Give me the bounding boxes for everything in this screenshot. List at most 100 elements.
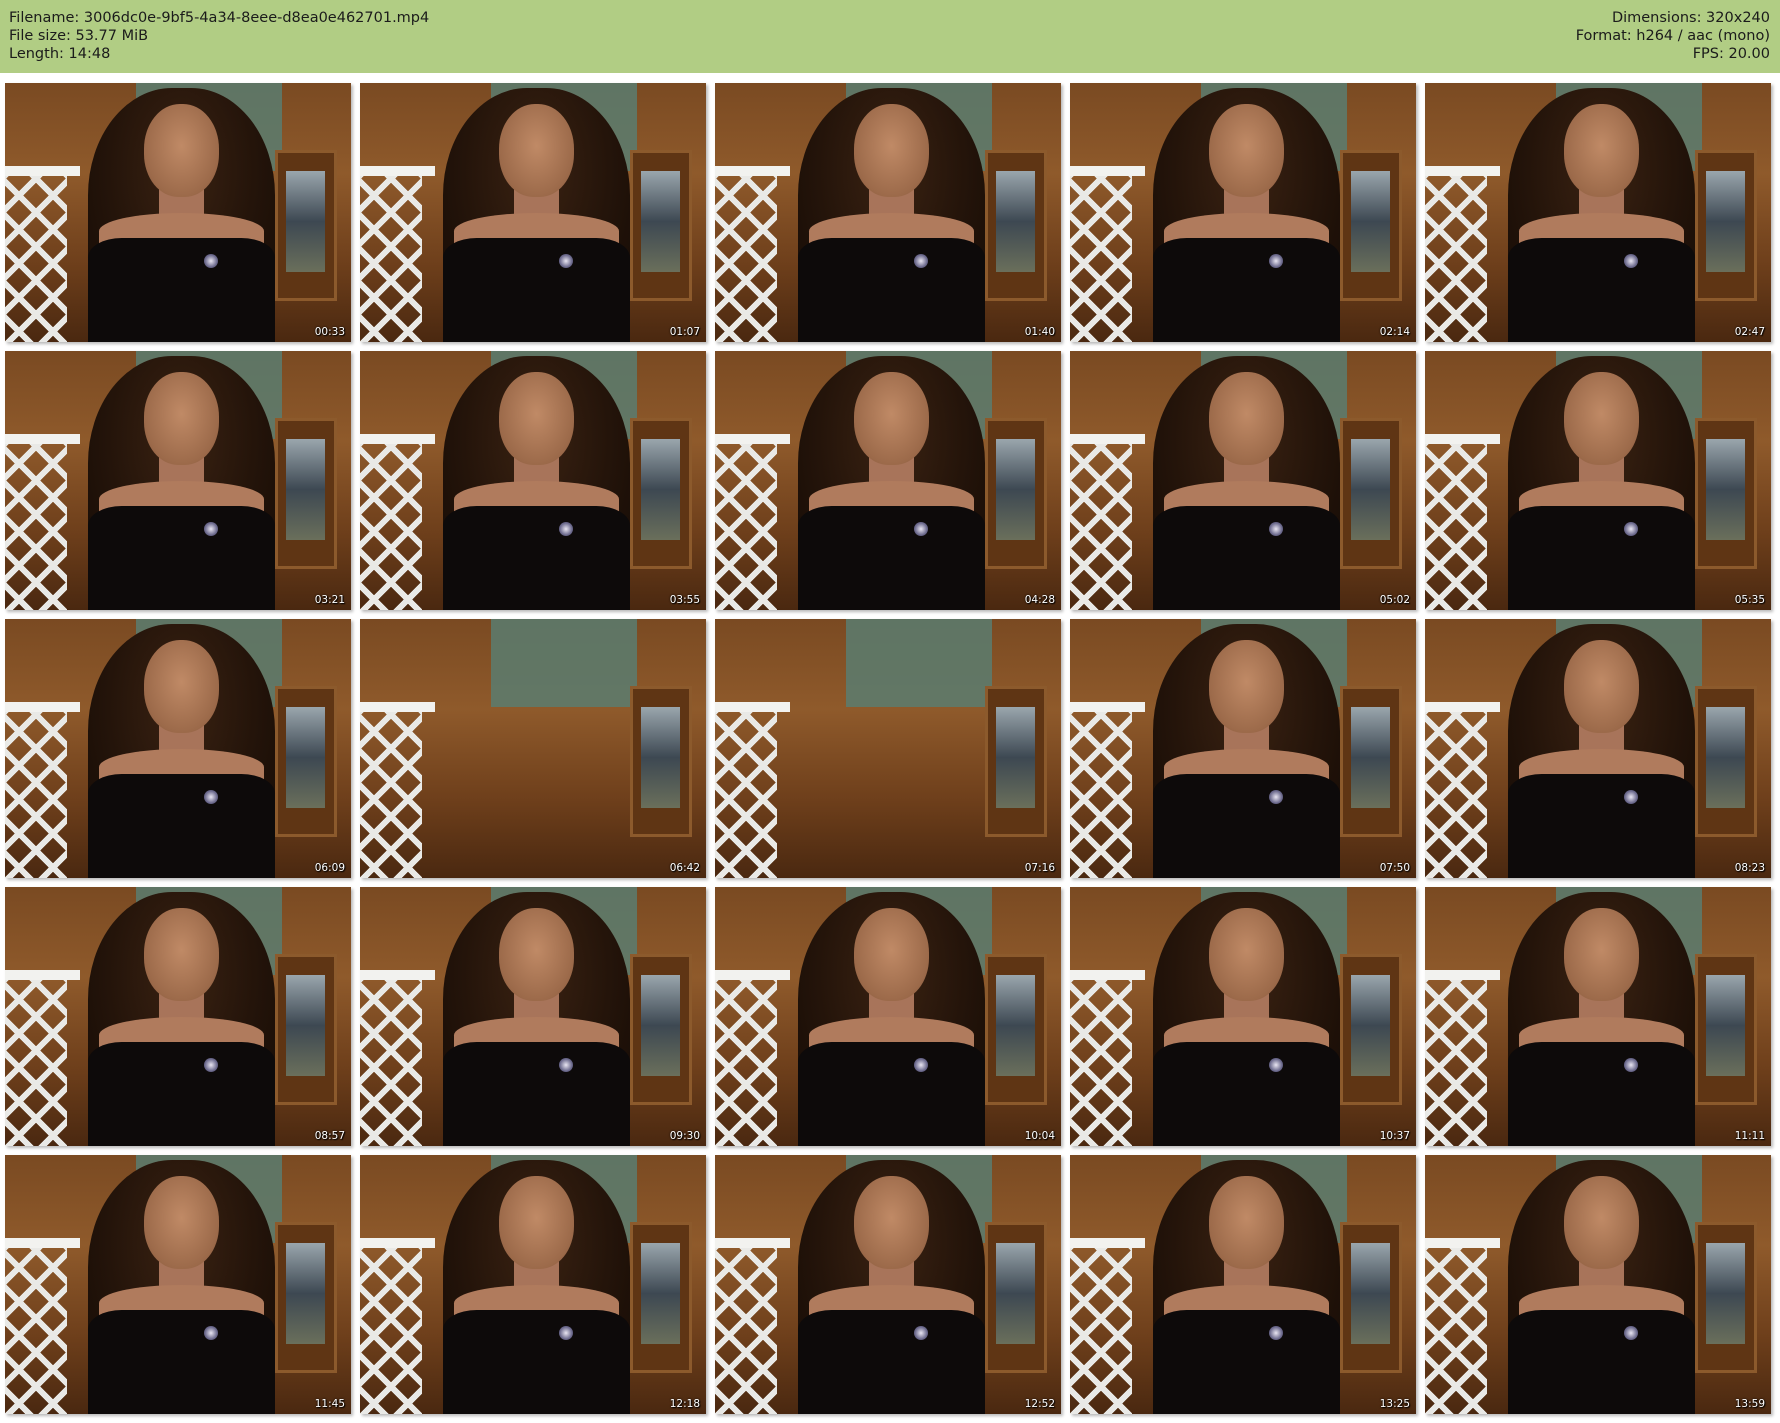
person-figure	[88, 619, 275, 878]
face	[1564, 1175, 1639, 1269]
cabinet	[1339, 418, 1403, 569]
face	[144, 907, 219, 1001]
cabinet	[1694, 686, 1758, 837]
cabinet	[274, 686, 338, 837]
stair-railing	[1425, 165, 1501, 342]
black-top	[1508, 238, 1695, 342]
stair-railing	[1425, 433, 1501, 610]
video-frame-thumbnail: 02:14	[1070, 83, 1416, 342]
black-top	[88, 238, 275, 342]
timestamp-label: 06:09	[314, 862, 345, 874]
video-frame-thumbnail: 11:11	[1425, 887, 1771, 1146]
stair-railing	[1070, 433, 1146, 610]
face	[499, 1175, 574, 1269]
cabinet	[274, 954, 338, 1105]
timestamp-label: 10:37	[1379, 1130, 1410, 1142]
stair-railing	[1425, 969, 1501, 1146]
black-top	[1153, 774, 1340, 878]
person-figure	[1153, 619, 1340, 878]
timestamp-label: 09:30	[669, 1130, 700, 1142]
black-top	[798, 506, 985, 610]
person-figure	[1508, 619, 1695, 878]
stair-railing	[5, 969, 81, 1146]
file-info-left: Filename: 3006dc0e-9bf5-4a34-8eee-d8ea0e…	[9, 9, 429, 63]
black-top	[798, 1310, 985, 1414]
cabinet	[1694, 1222, 1758, 1373]
timestamp-label: 08:57	[314, 1130, 345, 1142]
cabinet	[984, 150, 1048, 301]
face	[1209, 1175, 1284, 1269]
cabinet	[629, 1222, 693, 1373]
button-pin	[1623, 1325, 1638, 1340]
stair-railing	[360, 165, 436, 342]
video-frame-thumbnail: 10:04	[715, 887, 1061, 1146]
timestamp-label: 13:59	[1734, 1398, 1765, 1410]
timestamp-label: 05:35	[1734, 594, 1765, 606]
button-pin	[1623, 789, 1638, 804]
button-pin	[1268, 1325, 1283, 1340]
video-frame-thumbnail: 09:30	[360, 887, 706, 1146]
black-top	[443, 506, 630, 610]
stair-railing	[360, 969, 436, 1146]
cabinet	[1694, 954, 1758, 1105]
face	[144, 371, 219, 465]
cabinet	[629, 954, 693, 1105]
person-figure	[88, 1155, 275, 1414]
cabinet	[629, 150, 693, 301]
button-pin	[1623, 253, 1638, 268]
stair-railing	[715, 1237, 791, 1414]
stair-railing	[1070, 1237, 1146, 1414]
format-text: Format: h264 / aac (mono)	[1575, 28, 1770, 44]
face	[1564, 639, 1639, 733]
person-figure	[88, 351, 275, 610]
person-figure	[798, 1155, 985, 1414]
person-figure	[798, 351, 985, 610]
face	[1564, 907, 1639, 1001]
cabinet	[984, 1222, 1048, 1373]
timestamp-label: 01:40	[1024, 326, 1055, 338]
stair-railing	[1070, 969, 1146, 1146]
black-top	[1508, 506, 1695, 610]
stair-railing	[5, 1237, 81, 1414]
timestamp-label: 06:42	[669, 862, 700, 874]
info-header: Filename: 3006dc0e-9bf5-4a34-8eee-d8ea0e…	[0, 0, 1780, 73]
stair-railing	[715, 165, 791, 342]
cabinet	[1339, 150, 1403, 301]
cabinet	[1339, 954, 1403, 1105]
video-frame-thumbnail: 02:47	[1425, 83, 1771, 342]
stair-railing	[360, 433, 436, 610]
timestamp-label: 07:16	[1024, 862, 1055, 874]
cabinet	[984, 954, 1048, 1105]
video-frame-thumbnail: 05:02	[1070, 351, 1416, 610]
face	[499, 371, 574, 465]
video-frame-thumbnail: 11:45	[5, 1155, 351, 1414]
stair-railing	[1070, 165, 1146, 342]
button-pin	[913, 1325, 928, 1340]
face	[1564, 103, 1639, 197]
button-pin	[558, 521, 573, 536]
button-pin	[558, 253, 573, 268]
video-frame-thumbnail: 06:42	[360, 619, 706, 878]
cabinet	[1694, 150, 1758, 301]
video-frame-thumbnail: 05:35	[1425, 351, 1771, 610]
person-figure	[443, 351, 630, 610]
video-frame-thumbnail: 08:57	[5, 887, 351, 1146]
video-frame-thumbnail: 03:55	[360, 351, 706, 610]
cabinet	[984, 418, 1048, 569]
button-pin	[1623, 521, 1638, 536]
timestamp-label: 13:25	[1379, 1398, 1410, 1410]
black-top	[1508, 774, 1695, 878]
face	[854, 907, 929, 1001]
stair-railing	[715, 969, 791, 1146]
face	[144, 639, 219, 733]
video-frame-thumbnail: 06:09	[5, 619, 351, 878]
person-figure	[1153, 351, 1340, 610]
timestamp-label: 07:50	[1379, 862, 1410, 874]
video-frame-thumbnail: 12:18	[360, 1155, 706, 1414]
timestamp-label: 05:02	[1379, 594, 1410, 606]
timestamp-label: 02:47	[1734, 326, 1765, 338]
cabinet	[274, 150, 338, 301]
stair-railing	[5, 165, 81, 342]
timestamp-label: 12:52	[1024, 1398, 1055, 1410]
person-figure	[1153, 887, 1340, 1146]
